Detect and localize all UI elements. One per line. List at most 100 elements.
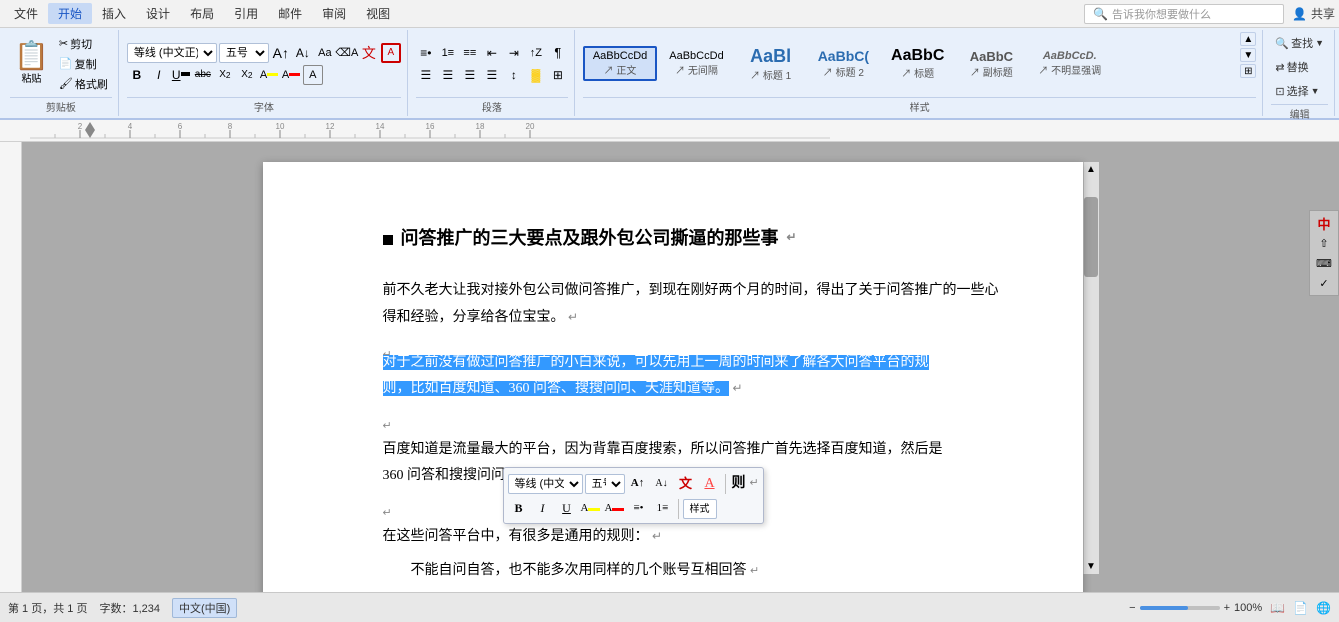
status-right: − + 100% 📖 📄 🌐	[1129, 601, 1331, 615]
paragraph-1[interactable]: 前不久老大让我对接外包公司做问答推广，到现在刚好两个月的时间，得出了关于问答推广…	[383, 278, 1003, 331]
decrease-indent-button[interactable]: ⇤	[482, 43, 502, 63]
language-badge[interactable]: 中文(中国)	[172, 598, 237, 618]
strikethrough-button[interactable]: abc	[193, 65, 213, 85]
underline-button[interactable]: U	[171, 65, 191, 85]
mini-font-color-button[interactable]: A	[604, 498, 626, 520]
style-zhengwen[interactable]: AaBbCcDd ↗ 正文	[583, 46, 657, 81]
menu-design[interactable]: 设计	[136, 3, 180, 24]
view-btn-read[interactable]: 📖	[1270, 601, 1285, 615]
align-left-button[interactable]: ☰	[416, 65, 436, 85]
sort-button[interactable]: ↑Z	[526, 43, 546, 63]
zoom-in-button[interactable]: +	[1224, 602, 1230, 614]
font-char-button[interactable]: A	[303, 65, 323, 85]
format-painter-button[interactable]: 🖌 格式刷	[55, 75, 112, 93]
style-bumingxian[interactable]: AaBbCcD. ↗ 不明显强调	[1028, 46, 1111, 81]
paragraph-2[interactable]: 对于之前没有做过问答推广的小白来说，可以先用上一周的时间来了解各大问答平台的规 …	[383, 350, 1003, 403]
mini-highlight-text-button[interactable]: 文	[675, 473, 697, 495]
menu-mailings[interactable]: 邮件	[268, 3, 312, 24]
line-spacing-button[interactable]: ↕	[504, 65, 524, 85]
bullet-icon	[383, 235, 393, 245]
copy-button[interactable]: 📄 复制	[55, 55, 112, 73]
styles-scroll-down[interactable]: ▼	[1240, 48, 1256, 62]
font-color-button[interactable]: A	[281, 65, 301, 85]
menu-file[interactable]: 文件	[4, 3, 48, 24]
increase-indent-button[interactable]: ⇥	[504, 43, 524, 63]
tray-icon-shift[interactable]: ⇧	[1312, 233, 1336, 253]
tray-icon-check[interactable]: ✓	[1312, 273, 1336, 293]
arrow-icon3: ↗	[750, 71, 760, 82]
replace-label: 替换	[1287, 59, 1309, 75]
style-biaoti2[interactable]: AaBbC( ↗ 标题 2	[808, 44, 879, 83]
mini-italic-button[interactable]: I	[532, 498, 554, 520]
style-wujianxi[interactable]: AaBbCcDd ↗ 无间隔	[659, 46, 733, 81]
paragraph-4[interactable]: 在这些问答平台中，有很多是通用的规则： ↵	[383, 524, 1003, 551]
scrollbar-right[interactable]: ▲ ▼	[1083, 162, 1099, 574]
bold-button[interactable]: B	[127, 65, 147, 85]
styles-scroll-up[interactable]: ▲	[1240, 32, 1256, 46]
align-center-button[interactable]: ☰	[438, 65, 458, 85]
style-biaoti1[interactable]: AaBl ↗ 标题 1	[736, 42, 806, 86]
mini-font-family[interactable]: 等线 (中文	[508, 474, 583, 494]
tray-icon-input[interactable]: ⌨	[1312, 253, 1336, 273]
subscript-button[interactable]: X2	[215, 65, 235, 85]
share-button[interactable]: 👤 共享	[1292, 5, 1335, 22]
menu-view[interactable]: 视图	[356, 3, 400, 24]
cut-button[interactable]: ✂ 剪切	[55, 35, 112, 53]
paragraph-5[interactable]: 不能自问自答，也不能多次用同样的几个账号互相回答 ↵	[411, 558, 1003, 585]
font-shrink-button[interactable]: A↓	[293, 43, 313, 63]
view-btn-web[interactable]: 🌐	[1316, 601, 1331, 615]
mini-bold-button[interactable]: B	[508, 498, 530, 520]
tray-icon-zhong[interactable]: 中	[1312, 213, 1336, 233]
justify-button[interactable]: ☰	[482, 65, 502, 85]
mini-numbering-button[interactable]: 1≡	[652, 498, 674, 520]
mini-grow-button[interactable]: A↑	[627, 473, 649, 495]
mini-underline-button[interactable]: U	[556, 498, 578, 520]
highlight-button[interactable]: A	[259, 65, 279, 85]
mini-font-color-btn[interactable]: A	[699, 473, 721, 495]
menu-insert[interactable]: 插入	[92, 3, 136, 24]
bullets-button[interactable]: ≡•	[416, 43, 436, 63]
paste-button[interactable]: 📋 粘贴	[10, 40, 53, 87]
italic-button[interactable]: I	[149, 65, 169, 85]
mini-shrink-button[interactable]: A↓	[651, 473, 673, 495]
superscript-button[interactable]: X2	[237, 65, 257, 85]
select-button[interactable]: ⊡ 选择 ▼	[1271, 80, 1328, 102]
borders-button[interactable]: ⊞	[548, 65, 568, 85]
scroll-down-button[interactable]: ▼	[1084, 559, 1098, 574]
menu-layout[interactable]: 布局	[180, 3, 224, 24]
align-right-button[interactable]: ☰	[460, 65, 480, 85]
mini-style-button[interactable]: 样式	[683, 499, 717, 519]
scroll-up-button[interactable]: ▲	[1084, 162, 1098, 177]
document-area[interactable]: 问答推广的三大要点及跟外包公司撕逼的那些事 ↵ 前不久老大让我对接外包公司做问答…	[22, 142, 1339, 594]
font-size-select[interactable]: 五号	[219, 43, 269, 63]
mini-highlight-button[interactable]: A	[580, 498, 602, 520]
show-para-marks-button[interactable]: ¶	[548, 43, 568, 63]
zoom-slider[interactable]	[1140, 606, 1220, 610]
zoom-out-button[interactable]: −	[1129, 602, 1135, 614]
font-box-button[interactable]: A	[381, 43, 401, 63]
document-page[interactable]: 问答推广的三大要点及跟外包公司撕逼的那些事 ↵ 前不久老大让我对接外包公司做问答…	[263, 162, 1083, 594]
style-fubiaoti[interactable]: AaBbC ↗ 副标题	[956, 45, 1026, 83]
search-bar[interactable]: 🔍 告诉我你想要做什么	[1084, 4, 1284, 24]
replace-button[interactable]: ⇄ 替换	[1271, 56, 1328, 78]
multilevel-list-button[interactable]: ≡≡	[460, 43, 480, 63]
shading-button[interactable]: ▓	[526, 65, 546, 85]
view-btn-print[interactable]: 📄	[1293, 601, 1308, 615]
change-case-button[interactable]: Aa	[315, 43, 335, 63]
style-biaoti[interactable]: AaBbC ↗ 标题	[881, 43, 954, 84]
font-grow-button[interactable]: A↑	[271, 43, 291, 63]
mini-font-size[interactable]: 五号	[585, 474, 625, 494]
font-family-select[interactable]: 等线 (中文正)	[127, 43, 217, 63]
clear-format-button[interactable]: ⌫A	[337, 43, 357, 63]
mini-bullets-button[interactable]: ≡•	[628, 498, 650, 520]
menu-references[interactable]: 引用	[224, 3, 268, 24]
styles-expand[interactable]: ⊞	[1240, 64, 1256, 78]
menu-home[interactable]: 开始	[48, 3, 92, 24]
menu-review[interactable]: 审阅	[312, 3, 356, 24]
numbering-button[interactable]: 1≡	[438, 43, 458, 63]
font-extra-button[interactable]: 文	[359, 43, 379, 63]
edit-controls: 🔍 查找 ▼ ⇄ 替换 ⊡ 选择 ▼	[1271, 32, 1328, 102]
format-painter-label: 格式刷	[75, 76, 108, 92]
find-button[interactable]: 🔍 查找 ▼	[1271, 32, 1328, 54]
scroll-thumb[interactable]	[1084, 197, 1098, 277]
